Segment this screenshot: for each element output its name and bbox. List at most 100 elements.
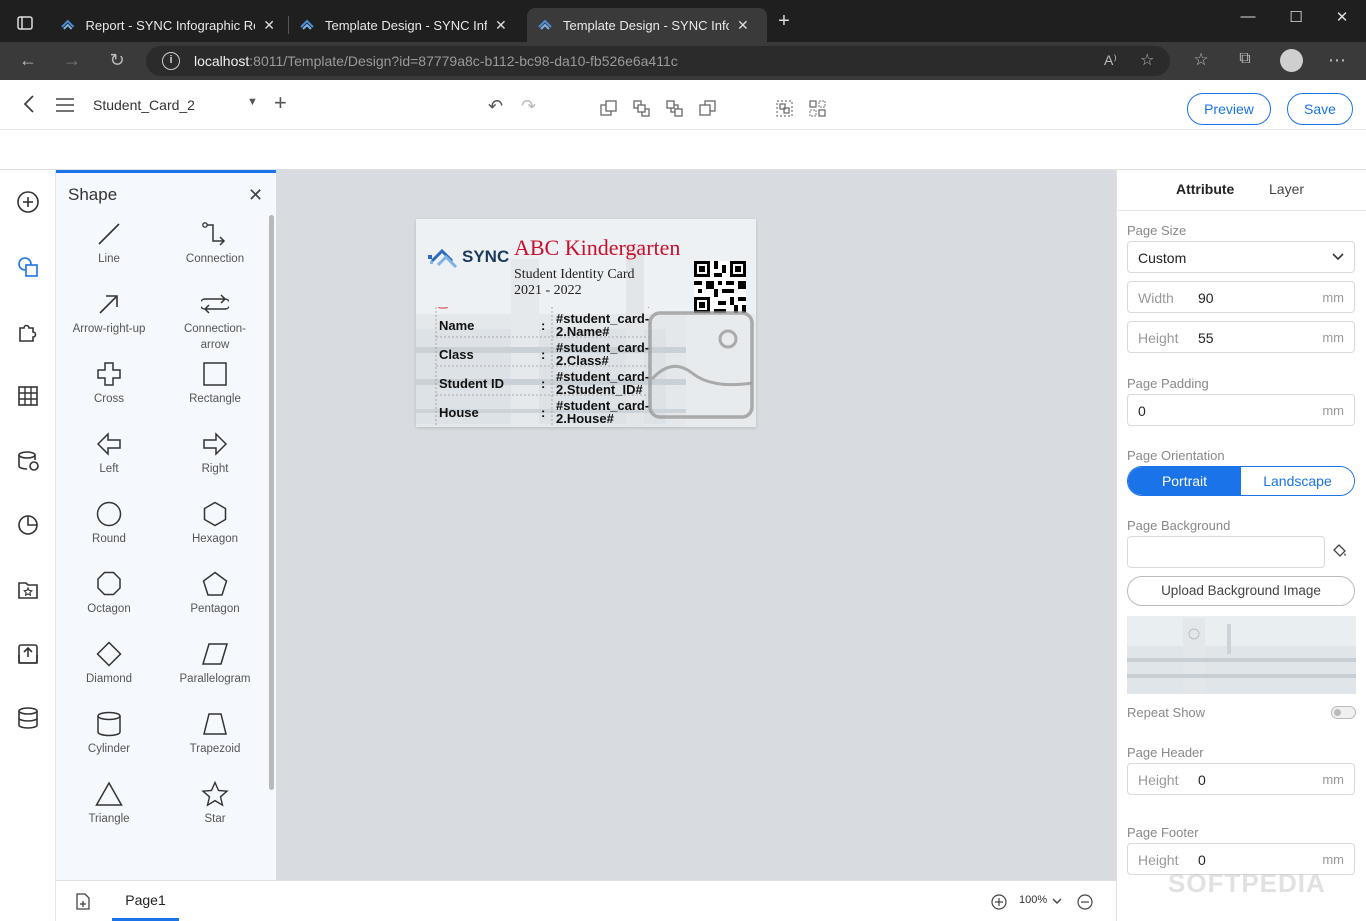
- document-name[interactable]: Student_Card_2: [93, 97, 195, 113]
- url-bar[interactable]: i localhost:8011/Template/Design?id=8777…: [146, 46, 1170, 76]
- bring-to-front-icon[interactable]: [633, 100, 650, 117]
- background-color-field[interactable]: [1127, 536, 1325, 568]
- field-label-student-id[interactable]: Student ID: [439, 376, 504, 391]
- bring-forward-icon[interactable]: [600, 100, 617, 117]
- card-subtitle[interactable]: Student Identity Card: [514, 267, 635, 283]
- portrait-option[interactable]: Portrait: [1128, 467, 1241, 495]
- back-icon[interactable]: ←: [16, 50, 40, 71]
- add-element-icon[interactable]: [16, 190, 40, 214]
- collections-icon[interactable]: ⧉: [1233, 50, 1257, 68]
- minimize-icon[interactable]: —: [1236, 8, 1260, 25]
- favorites-icon[interactable]: ☆: [1189, 50, 1213, 70]
- browser-tab-template-active[interactable]: Template Design - SYNC Infographic ✕: [527, 8, 767, 42]
- shape-arrow-right-up[interactable]: Arrow-right-up: [56, 291, 162, 361]
- read-aloud-icon[interactable]: A⁾: [1104, 52, 1117, 69]
- hamburger-menu-icon[interactable]: [55, 97, 75, 113]
- card-year[interactable]: 2021 - 2022: [514, 283, 582, 299]
- preview-button[interactable]: Preview: [1187, 93, 1271, 125]
- document-dropdown-icon[interactable]: ▼: [247, 96, 258, 108]
- close-icon[interactable]: ✕: [495, 17, 507, 34]
- maximize-icon[interactable]: ☐: [1284, 8, 1308, 26]
- paint-bucket-icon[interactable]: [1331, 543, 1347, 559]
- shape-pentagon[interactable]: Pentagon: [162, 571, 268, 641]
- field-value-class[interactable]: #student_card-2.Class#: [556, 341, 656, 367]
- site-info-icon[interactable]: i: [162, 52, 180, 70]
- upload-background-button[interactable]: Upload Background Image: [1127, 576, 1355, 606]
- add-page-file-icon[interactable]: [76, 893, 91, 910]
- shape-triangle[interactable]: Triangle: [56, 781, 162, 851]
- field-label-house[interactable]: House: [439, 405, 479, 420]
- favorite-folder-icon[interactable]: [16, 578, 40, 602]
- database-icon[interactable]: [16, 706, 40, 730]
- new-tab-icon[interactable]: +: [772, 10, 796, 33]
- group-icon[interactable]: [776, 100, 793, 117]
- tab-layer[interactable]: Layer: [1269, 181, 1304, 197]
- repeat-show-toggle[interactable]: [1331, 706, 1356, 719]
- refresh-icon[interactable]: ↻: [105, 50, 129, 71]
- undo-icon[interactable]: ↶: [488, 96, 503, 117]
- close-icon[interactable]: ✕: [263, 17, 275, 34]
- field-label-name[interactable]: Name: [439, 318, 474, 333]
- profile-avatar[interactable]: [1280, 49, 1303, 72]
- card-title[interactable]: ABC Kindergarten: [514, 235, 680, 261]
- zoom-out-icon[interactable]: [1077, 894, 1093, 910]
- data-source-icon[interactable]: [16, 449, 40, 473]
- width-field[interactable]: Width 90 mm: [1127, 281, 1355, 313]
- redo-icon[interactable]: ↷: [521, 96, 536, 117]
- design-canvas[interactable]: SYNC ABC Kindergarten Student Identity C…: [276, 170, 1116, 880]
- shape-hexagon[interactable]: Hexagon: [162, 501, 268, 571]
- send-backward-icon[interactable]: [699, 100, 716, 117]
- browser-tab-template-1[interactable]: Template Design - SYNC Infographic ✕: [289, 8, 525, 42]
- shape-parallelogram[interactable]: Parallelogram: [162, 641, 268, 711]
- student-id-card[interactable]: SYNC ABC Kindergarten Student Identity C…: [416, 219, 756, 427]
- save-button[interactable]: Save: [1287, 93, 1353, 125]
- page-tab-1[interactable]: Page1: [112, 881, 179, 921]
- zoom-dropdown-icon[interactable]: [1052, 898, 1062, 905]
- forward-icon[interactable]: →: [60, 50, 84, 71]
- more-menu-icon[interactable]: ⋯: [1325, 50, 1349, 71]
- window-close-icon[interactable]: ✕: [1330, 8, 1354, 26]
- shape-left[interactable]: Left: [56, 431, 162, 501]
- shape-rectangle[interactable]: Rectangle: [162, 361, 268, 431]
- ungroup-icon[interactable]: [809, 100, 826, 117]
- shapes-icon[interactable]: [16, 255, 40, 279]
- shape-right[interactable]: Right: [162, 431, 268, 501]
- tab-actions-icon[interactable]: [17, 16, 33, 30]
- background-thumbnail[interactable]: [1127, 616, 1356, 694]
- page-size-select[interactable]: Custom: [1127, 241, 1355, 273]
- add-page-icon[interactable]: +: [274, 90, 287, 116]
- chart-pie-icon[interactable]: [16, 513, 40, 537]
- shape-round[interactable]: Round: [56, 501, 162, 571]
- field-value-house[interactable]: #student_card-2.House#: [556, 399, 656, 425]
- send-to-back-icon[interactable]: [666, 100, 683, 117]
- add-favorite-icon[interactable]: ☆: [1140, 50, 1154, 70]
- qr-code-icon[interactable]: [694, 261, 746, 313]
- upload-tray-icon[interactable]: [16, 642, 40, 666]
- field-label-class[interactable]: Class: [439, 347, 474, 362]
- page-padding-field[interactable]: 0 mm: [1127, 394, 1355, 426]
- shape-connection-arrow[interactable]: Connection-arrow: [162, 291, 268, 361]
- panel-scrollbar[interactable]: [269, 215, 274, 790]
- landscape-option[interactable]: Landscape: [1241, 467, 1354, 495]
- shape-connection[interactable]: Connection: [162, 221, 268, 291]
- close-icon[interactable]: ✕: [248, 185, 263, 206]
- table-icon[interactable]: [16, 384, 40, 408]
- tab-attribute[interactable]: Attribute: [1176, 181, 1234, 197]
- field-value-name[interactable]: #student_card-2.Name#: [556, 312, 656, 338]
- field-value-student-id[interactable]: #student_card-2.Student_ID#: [556, 370, 656, 396]
- shape-cylinder[interactable]: Cylinder: [56, 711, 162, 781]
- close-icon[interactable]: ✕: [737, 17, 749, 34]
- photo-placeholder-icon[interactable]: [648, 311, 754, 421]
- shape-octagon[interactable]: Octagon: [56, 571, 162, 641]
- components-puzzle-icon[interactable]: [16, 320, 40, 344]
- zoom-level[interactable]: 100%: [1019, 894, 1047, 906]
- back-chevron-icon[interactable]: [22, 94, 36, 114]
- shape-line[interactable]: Line: [56, 221, 162, 291]
- shape-trapezoid[interactable]: Trapezoid: [162, 711, 268, 781]
- browser-tab-report[interactable]: Report - SYNC Infographic Report ✕: [50, 8, 285, 42]
- shape-diamond[interactable]: Diamond: [56, 641, 162, 711]
- height-field[interactable]: Height 55 mm: [1127, 321, 1355, 353]
- header-height-field[interactable]: Height 0 mm: [1127, 763, 1355, 795]
- shape-cross[interactable]: Cross: [56, 361, 162, 431]
- zoom-in-icon[interactable]: [991, 894, 1007, 910]
